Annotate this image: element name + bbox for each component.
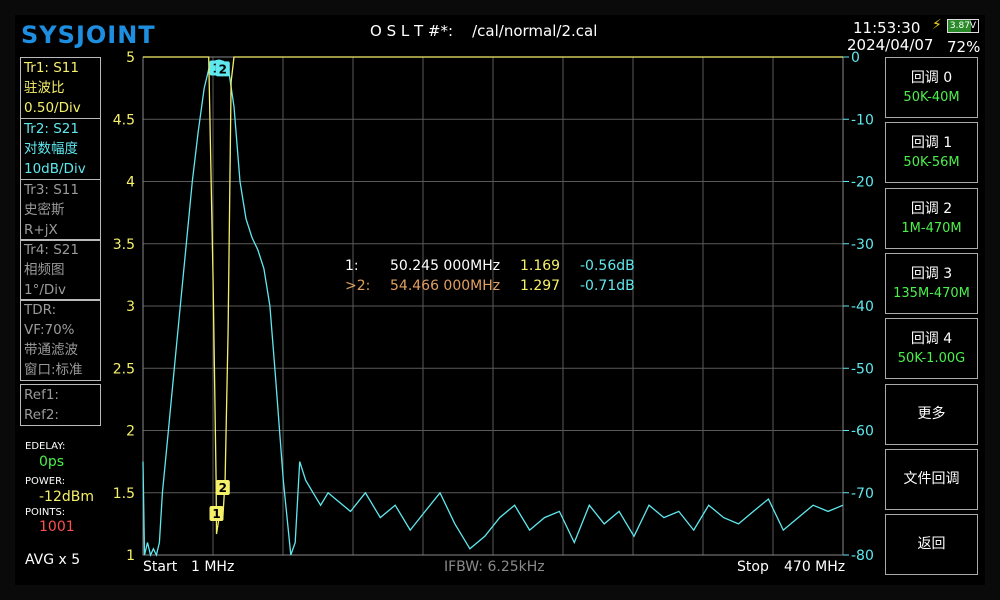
left-axis-tick-label: 5 [126,50,135,66]
right-axis-tick-label: -60 [851,424,874,440]
left-axis-tick-label: 1.5 [113,486,135,502]
right-axis-tick-label: -20 [851,175,874,191]
right-axis-tick-label: -40 [851,299,874,315]
left-axis-tick-label: 2 [126,424,135,440]
marker-1-mag: -0.56dB [580,258,635,274]
measurement-chart[interactable]: 5 4.5 4 3.5 3 2.5 2 1.5 1 0 -10 -20 -30 -40 -50 -60 -70 -… [15,15,985,585]
marker-2-freq: 54.466 000MHz [390,278,500,294]
right-axis-tick-label: -50 [851,361,874,377]
marker-1-freq: 50.245 000MHz [390,258,500,274]
left-axis-tick-label: 4 [126,175,135,191]
left-axis-tick-label: 2.5 [113,361,135,377]
marker-2-s21-number: 2 [219,62,227,76]
marker-1-id: 1: [345,258,359,274]
left-axis-tick-label: 1 [126,548,135,564]
right-axis-tick-label: 0 [851,50,860,66]
battery-icon: 3.87V [947,19,979,33]
left-axis-tick-label: 3.5 [113,237,135,253]
right-axis-tick-label: -70 [851,486,874,502]
marker-2-id: >2: [345,278,370,294]
left-axis-tick-label: 3 [126,299,135,315]
marker-2-vswr: 1.297 [520,278,560,294]
right-axis-tick-label: -80 [851,548,874,564]
right-axis-tick-label: -10 [851,112,874,128]
marker-2-s11-number: 2 [219,481,227,495]
left-axis-tick-label: 4.5 [113,112,135,128]
analyzer-screen: SYSJOINT O S L T #*: /cal/normal/2.cal 1… [15,15,985,585]
marker-1-vswr: 1.169 [520,258,560,274]
marker-2-mag: -0.71dB [580,278,635,294]
right-axis-tick-label: -30 [851,237,874,253]
battery-voltage: 3.87V [949,21,977,31]
marker-1-s11-number: 1 [212,507,220,521]
